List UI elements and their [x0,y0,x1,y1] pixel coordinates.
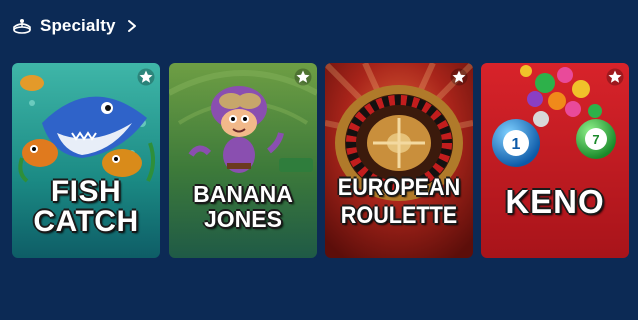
game-tile-european-roulette[interactable]: EUROPEAN ROULETTE [325,63,473,258]
chevron-right-icon[interactable] [126,19,138,33]
section-title: Specialty [40,16,116,35]
favorite-star-icon[interactable] [450,68,468,86]
game-tile-fish-catch[interactable]: FISH CATCH [12,63,160,258]
favorite-star-icon[interactable] [137,68,155,86]
favorite-star-icon[interactable] [294,68,312,86]
game-title-line2: CATCH [33,205,139,238]
svg-text:1: 1 [512,136,521,153]
game-tile-keno[interactable]: 1 7 KENO [481,63,629,258]
game-tile-banana-jones[interactable]: BANANA JONES [169,63,317,258]
game-title: FISH CATCH [12,177,160,237]
section-header[interactable]: Specialty [12,14,138,38]
favorite-star-icon[interactable] [606,68,624,86]
game-title-line1: EUROPEAN [337,174,461,201]
game-title-line2: JONES [204,206,282,232]
game-title-line2: ROULETTE [340,202,458,229]
carousel-icon [13,19,31,34]
game-title-line1: BANANA [193,181,293,207]
game-title: KENO [481,185,629,218]
game-title: BANANA JONES [169,183,317,231]
game-title-line1: FISH [50,175,122,208]
game-title-line1: KENO [505,183,605,220]
keno-artwork: 1 7 [481,63,629,258]
svg-text:7: 7 [592,132,599,147]
game-title: EUROPEAN ROULETTE [332,176,465,228]
